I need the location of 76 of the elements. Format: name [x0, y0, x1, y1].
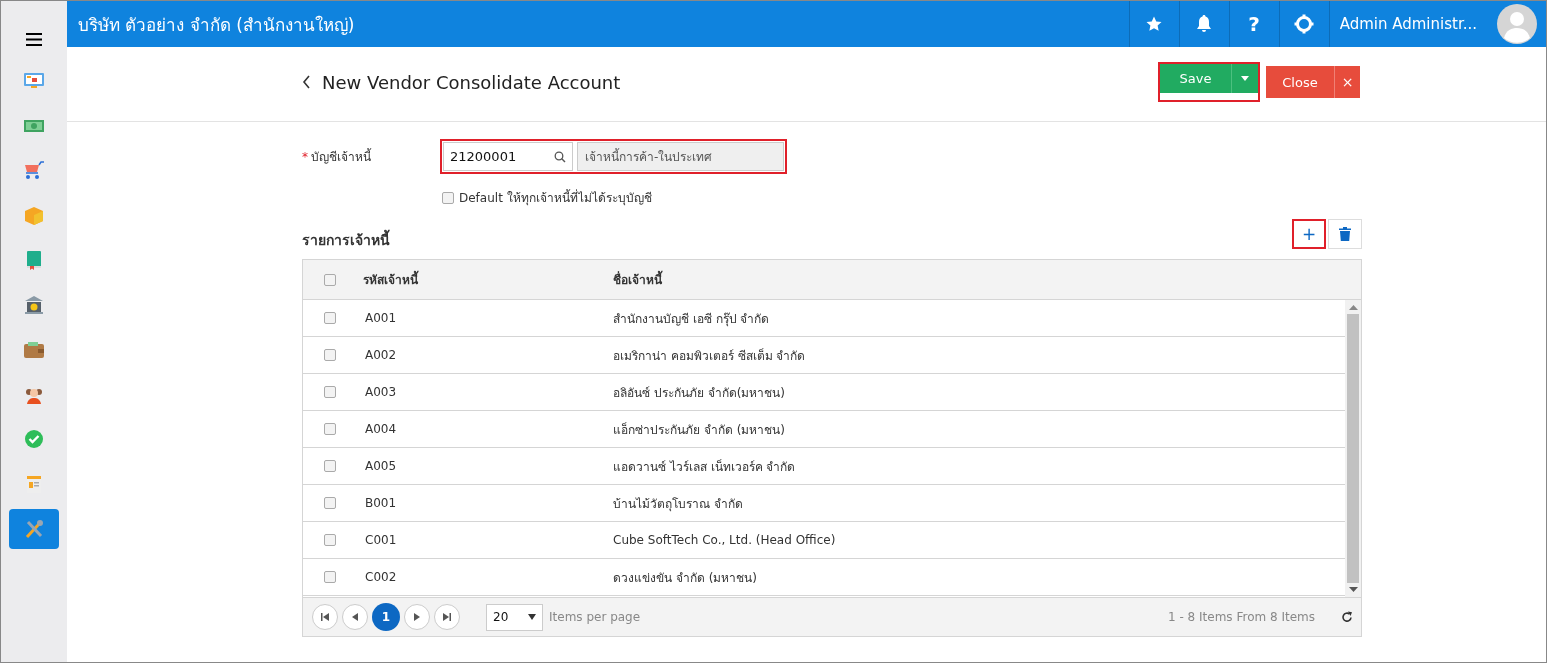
row-checkbox[interactable] [324, 571, 336, 583]
column-header: รหัสเจ้าหนี้ [357, 270, 613, 289]
scroll-down-icon[interactable] [1348, 587, 1358, 593]
section-title: รายการเจ้าหนี้ [302, 217, 390, 251]
delete-button[interactable] [1328, 219, 1362, 249]
bank-icon [23, 294, 45, 316]
first-page-button[interactable] [312, 604, 338, 630]
table-cell-text: A002 [364, 348, 398, 362]
previous-page-button[interactable] [342, 604, 368, 630]
field-label: บัญชีเจ้าหนี้ [311, 150, 371, 164]
close-button[interactable]: Close [1266, 66, 1335, 98]
table-cell-text: A003 [364, 385, 398, 399]
table-cell-text: A005 [364, 459, 398, 473]
next-page-button[interactable] [404, 604, 430, 630]
page-title: New Vendor Consolidate Account [322, 71, 621, 93]
menu-icon [26, 32, 42, 46]
table-cell-text: อลิอันซ์ ประกันภัย จำกัด(มหาชน) [613, 384, 786, 402]
row-checkbox[interactable] [324, 349, 336, 361]
back-icon[interactable] [302, 75, 311, 89]
help-button[interactable]: ? [1228, 1, 1279, 47]
previous-icon [352, 613, 358, 621]
tools-icon [23, 517, 45, 540]
column-header: ชื่อเจ้าหนี้ [613, 270, 1361, 289]
table-cell-text: C001 [364, 533, 398, 547]
caret-icon [1241, 76, 1249, 81]
first-page-icon [321, 613, 329, 621]
table-cell-text: อเมริกาน่า คอมพิวเตอร์ ซีสเต็ม จำกัด [613, 347, 807, 365]
scroll-up-icon[interactable] [1348, 304, 1358, 310]
page-button[interactable]: 1 [372, 603, 400, 631]
refresh-icon[interactable] [1341, 611, 1353, 623]
row-checkbox[interactable] [324, 534, 336, 546]
table-cell-text: A004 [364, 422, 398, 436]
add-button[interactable]: + [1292, 219, 1326, 249]
page-size-label: Items per page [549, 610, 641, 624]
avatar-icon[interactable] [1497, 4, 1537, 44]
row-checkbox[interactable] [324, 423, 336, 435]
row-checkbox[interactable] [324, 497, 336, 509]
user-menu[interactable]: Admin Administr... [1328, 1, 1487, 47]
row-checkbox[interactable] [324, 312, 336, 324]
row-checkbox[interactable] [324, 460, 336, 472]
last-page-icon [443, 613, 451, 621]
box-icon [23, 204, 45, 227]
bell-icon [1196, 15, 1213, 33]
select-all-checkbox[interactable] [324, 273, 336, 286]
required-mark: * [302, 150, 308, 164]
checkbox-label: Default ให้ทุกเจ้าหนี้ที่ไม่ได้ระบุบัญชี [459, 188, 652, 207]
row-checkbox[interactable] [324, 386, 336, 398]
account-code-field[interactable]: 21200001 [443, 142, 573, 171]
company-name: บริษัท ตัวอย่าง จำกัด (สำนักงานใหญ่) [77, 13, 356, 37]
table-cell-text: A001 [364, 311, 398, 325]
table-cell-text: แอ็กซ่าประกันภัย จำกัด (มหาชน) [613, 421, 786, 439]
search-icon [554, 150, 566, 163]
table-cell-text: บ้านไม้วัตถุโบราณ จำกัด [613, 495, 744, 513]
scrollbar[interactable] [1345, 300, 1361, 597]
caret-icon [528, 614, 536, 620]
save-options-button[interactable] [1232, 64, 1258, 93]
table-cell-text: แอดวานซ์ ไวร์เลส เน็ทเวอร์ค จำกัด [613, 458, 797, 476]
checkbox[interactable] [442, 191, 454, 204]
trash-icon [1339, 227, 1351, 241]
check-circle-icon [23, 428, 45, 451]
next-icon [414, 613, 420, 621]
page-size-select[interactable]: 20 [486, 603, 543, 631]
items-summary: 1 - 8 Items From 8 Items [1168, 610, 1315, 624]
save-button[interactable]: Save [1160, 64, 1232, 93]
table-cell-text: Cube SoftTech Co., Ltd. (Head Office) [613, 533, 837, 547]
settings-icon [1294, 14, 1315, 34]
account-name-field: เจ้าหนี้การค้า-ในประเทศ [577, 142, 784, 171]
close-x-button[interactable]: × [1335, 66, 1360, 98]
table-cell-text: C002 [364, 570, 398, 584]
table-cell-text: B001 [364, 496, 398, 510]
cart-icon [23, 159, 45, 182]
last-page-button[interactable] [434, 604, 460, 630]
star-icon [1145, 15, 1164, 33]
table-cell-text: สำนักงานบัญชี เอซี กรุ๊ป จำกัด [613, 310, 771, 328]
sidebar-item[interactable] [9, 508, 59, 549]
table-cell-text: ดวงแข่งขัน จำกัด (มหาชน) [613, 569, 758, 587]
